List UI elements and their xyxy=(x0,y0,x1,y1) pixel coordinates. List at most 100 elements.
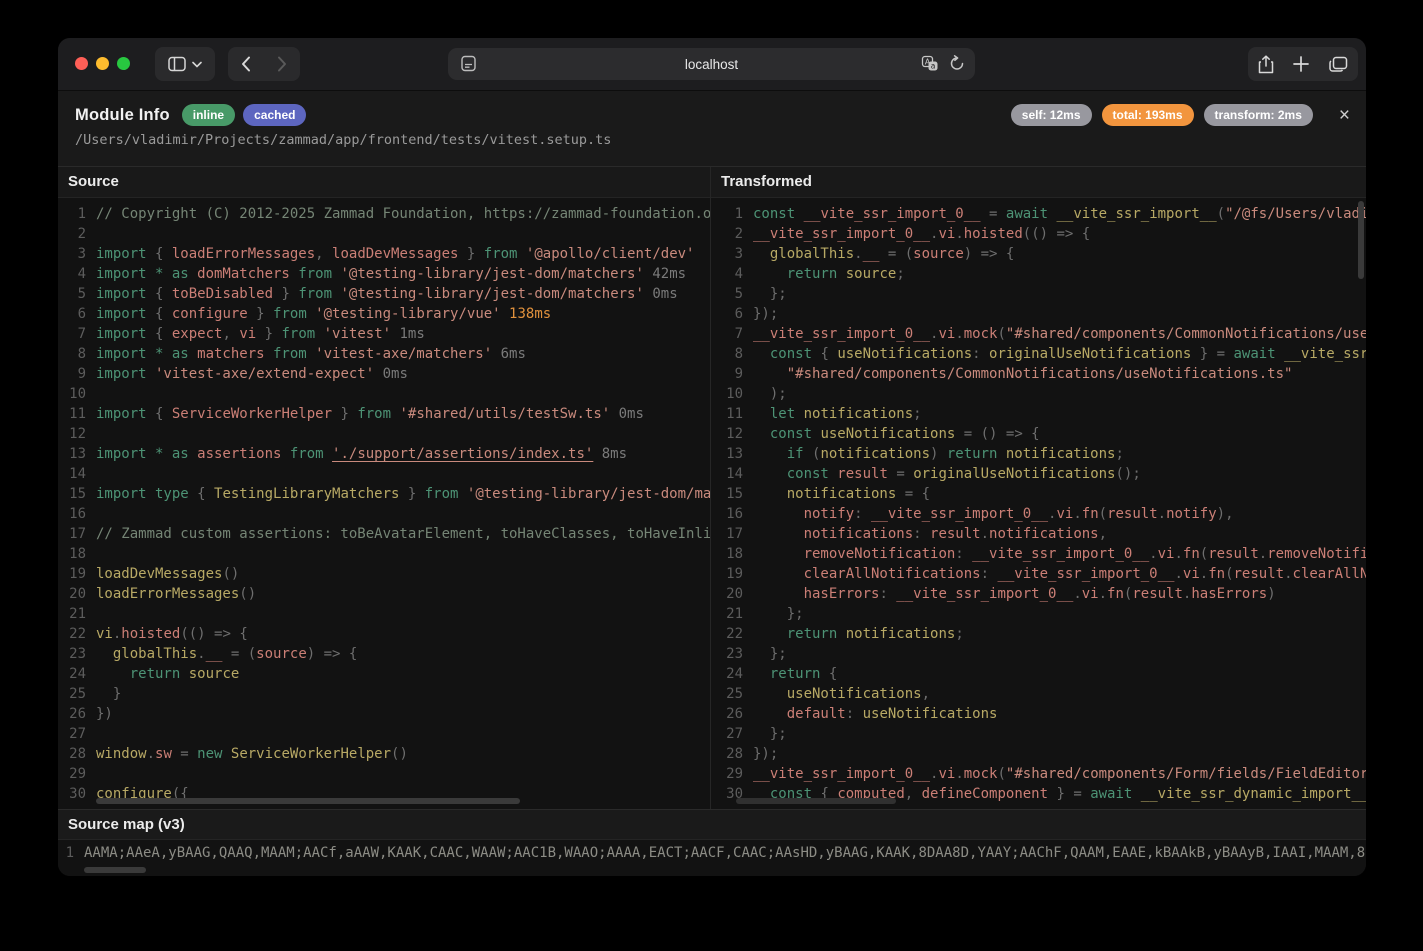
source-horizontal-scrollbar[interactable] xyxy=(96,798,520,804)
code-line: 16 notify: __vite_ssr_import_0__.vi.fn(r… xyxy=(711,504,1366,524)
zoom-window-button[interactable] xyxy=(117,57,130,70)
code-line: 29__vite_ssr_import_0__.vi.mock("#shared… xyxy=(711,764,1366,784)
code-line: 17 notifications: result.notifications, xyxy=(711,524,1366,544)
code-line: 2__vite_ssr_import_0__.vi.hoisted(() => … xyxy=(711,224,1366,244)
code-line: 11 let notifications; xyxy=(711,404,1366,424)
code-line: 29 xyxy=(58,764,710,784)
code-line: 5 }; xyxy=(711,284,1366,304)
code-line: 11import { ServiceWorkerHelper } from '#… xyxy=(58,404,710,424)
forward-button[interactable] xyxy=(264,47,300,81)
close-window-button[interactable] xyxy=(75,57,88,70)
code-line: 7__vite_ssr_import_0__.vi.mock("#shared/… xyxy=(711,324,1366,344)
transformed-code: 1const __vite_ssr_import_0__ = await __v… xyxy=(711,198,1366,804)
badge-cached: cached xyxy=(243,104,306,126)
code-line: 22 return notifications; xyxy=(711,624,1366,644)
code-line: 4import * as domMatchers from '@testing-… xyxy=(58,264,710,284)
code-line: 1const __vite_ssr_import_0__ = await __v… xyxy=(711,204,1366,224)
code-line: 15 notifications = { xyxy=(711,484,1366,504)
code-line: 1// Copyright (C) 2012-2025 Zammad Found… xyxy=(58,204,710,224)
source-panel: Source 1// Copyright (C) 2012-2025 Zamma… xyxy=(58,167,710,809)
timing-total-badge: total: 193ms xyxy=(1102,104,1194,126)
code-line: 27 xyxy=(58,724,710,744)
toolbar-right-buttons xyxy=(1248,47,1358,81)
chevron-down-icon xyxy=(192,61,202,68)
code-line: 27 }; xyxy=(711,724,1366,744)
code-line: 15import type { TestingLibraryMatchers }… xyxy=(58,484,710,504)
navigation-buttons xyxy=(228,47,300,81)
code-line: 5import { toBeDisabled } from '@testing-… xyxy=(58,284,710,304)
sourcemap-panel-title: Source map (v3) xyxy=(58,809,1366,840)
code-line: 9 "#shared/components/CommonNotification… xyxy=(711,364,1366,384)
badge-inline: inline xyxy=(182,104,235,126)
sidebar-icon xyxy=(168,56,186,72)
code-line: 1AAMA;AAeA,yBAAG,QAAQ,MAAM;AACf,aAAW,KAA… xyxy=(58,843,1366,863)
code-line: 13 if (notifications) return notificatio… xyxy=(711,444,1366,464)
tab-overview-icon[interactable] xyxy=(1329,56,1348,73)
code-line: 12 const useNotifications = () => { xyxy=(711,424,1366,444)
sourcemap-code: 1AAMA;AAeA,yBAAG,QAAQ,MAAM;AACf,aAAW,KAA… xyxy=(58,840,1366,863)
sourcemap-horizontal-scrollbar[interactable] xyxy=(84,867,146,873)
code-line: 2 xyxy=(58,224,710,244)
code-line: 18 removeNotification: __vite_ssr_import… xyxy=(711,544,1366,564)
reload-icon[interactable] xyxy=(949,55,965,72)
code-line: 10 xyxy=(58,384,710,404)
code-line: 18 xyxy=(58,544,710,564)
code-line: 8 const { useNotifications: originalUseN… xyxy=(711,344,1366,364)
transformed-vertical-scrollbar[interactable] xyxy=(1358,201,1364,279)
sidebar-toggle-button[interactable] xyxy=(155,47,215,81)
code-line: 14 xyxy=(58,464,710,484)
code-line: 21 xyxy=(58,604,710,624)
page-settings-icon[interactable] xyxy=(460,55,477,72)
code-line: 3import { loadErrorMessages, loadDevMess… xyxy=(58,244,710,264)
code-line: 20 hasErrors: __vite_ssr_import_0__.vi.f… xyxy=(711,584,1366,604)
code-line: 9import 'vitest-axe/extend-expect' 0ms xyxy=(58,364,710,384)
code-line: 26 default: useNotifications xyxy=(711,704,1366,724)
translate-icon[interactable]: Aa xyxy=(921,55,939,72)
code-line: 16 xyxy=(58,504,710,524)
module-info-header: Module Info inline cached self: 12ms tot… xyxy=(58,91,1366,167)
window-controls xyxy=(75,57,130,70)
code-line: 7import { expect, vi } from 'vitest' 1ms xyxy=(58,324,710,344)
code-line: 10 ); xyxy=(711,384,1366,404)
code-line: 12 xyxy=(58,424,710,444)
code-line: 17// Zammad custom assertions: toBeAvata… xyxy=(58,524,710,544)
code-line: 25 } xyxy=(58,684,710,704)
transformed-panel-title: Transformed xyxy=(711,167,1366,198)
minimize-window-button[interactable] xyxy=(96,57,109,70)
code-line: 6}); xyxy=(711,304,1366,324)
code-line: 26}) xyxy=(58,704,710,724)
code-line: 21 }; xyxy=(711,604,1366,624)
code-line: 28window.sw = new ServiceWorkerHelper() xyxy=(58,744,710,764)
back-button[interactable] xyxy=(228,47,264,81)
svg-text:a: a xyxy=(931,62,936,71)
code-line: 19 clearAllNotifications: __vite_ssr_imp… xyxy=(711,564,1366,584)
code-line: 28}); xyxy=(711,744,1366,764)
source-panel-title: Source xyxy=(58,167,710,198)
address-bar[interactable]: localhost Aa xyxy=(448,48,975,80)
new-tab-icon[interactable] xyxy=(1293,56,1309,72)
browser-window: localhost Aa Module Inf xyxy=(58,38,1366,876)
browser-toolbar: localhost Aa xyxy=(58,38,1366,91)
url-text: localhost xyxy=(448,57,975,72)
code-line: 23 }; xyxy=(711,644,1366,664)
code-panels: Source 1// Copyright (C) 2012-2025 Zamma… xyxy=(58,167,1366,809)
sourcemap-panel: Source map (v3) 1AAMA;AAeA,yBAAG,QAAQ,MA… xyxy=(58,809,1366,876)
code-line: 24 return source xyxy=(58,664,710,684)
transformed-horizontal-scrollbar[interactable] xyxy=(736,798,896,804)
code-line: 20loadErrorMessages() xyxy=(58,584,710,604)
code-line: 8import * as matchers from 'vitest-axe/m… xyxy=(58,344,710,364)
page-title: Module Info xyxy=(75,106,170,125)
module-file-path: /Users/vladimir/Projects/zammad/app/fron… xyxy=(58,126,1366,148)
code-line: 25 useNotifications, xyxy=(711,684,1366,704)
code-line: 23 globalThis.__ = (source) => { xyxy=(58,644,710,664)
source-code: 1// Copyright (C) 2012-2025 Zammad Found… xyxy=(58,198,710,804)
close-icon[interactable]: × xyxy=(1339,106,1350,125)
code-line: 24 return { xyxy=(711,664,1366,684)
code-line: 14 const result = originalUseNotificatio… xyxy=(711,464,1366,484)
share-icon[interactable] xyxy=(1258,55,1274,74)
timing-self-badge: self: 12ms xyxy=(1011,104,1092,126)
code-line: 13import * as assertions from './support… xyxy=(58,444,710,464)
code-line: 19loadDevMessages() xyxy=(58,564,710,584)
code-line: 6import { configure } from '@testing-lib… xyxy=(58,304,710,324)
code-line: 22vi.hoisted(() => { xyxy=(58,624,710,644)
